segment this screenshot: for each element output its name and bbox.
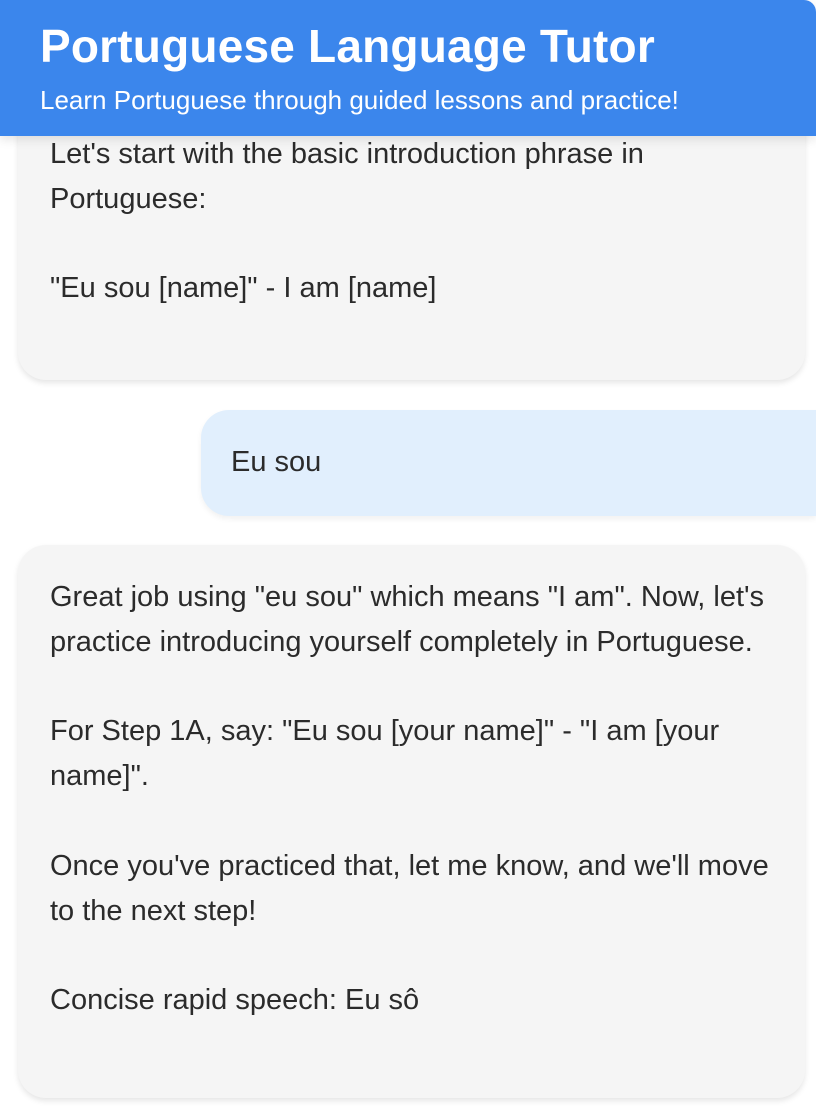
- assistant-message: Great job using "eu sou" which means "I …: [18, 545, 805, 1098]
- tutor-app: Let's start with the basic introduction …: [0, 0, 816, 1111]
- app-header: Portuguese Language Tutor Learn Portugue…: [0, 0, 816, 136]
- assistant-message: Let's start with the basic introduction …: [18, 104, 805, 380]
- app-subtitle: Learn Portuguese through guided lessons …: [40, 85, 679, 115]
- app-title: Portuguese Language Tutor: [40, 20, 655, 72]
- chat-thread[interactable]: Let's start with the basic introduction …: [0, 0, 816, 1111]
- user-message: Eu sou: [201, 410, 816, 516]
